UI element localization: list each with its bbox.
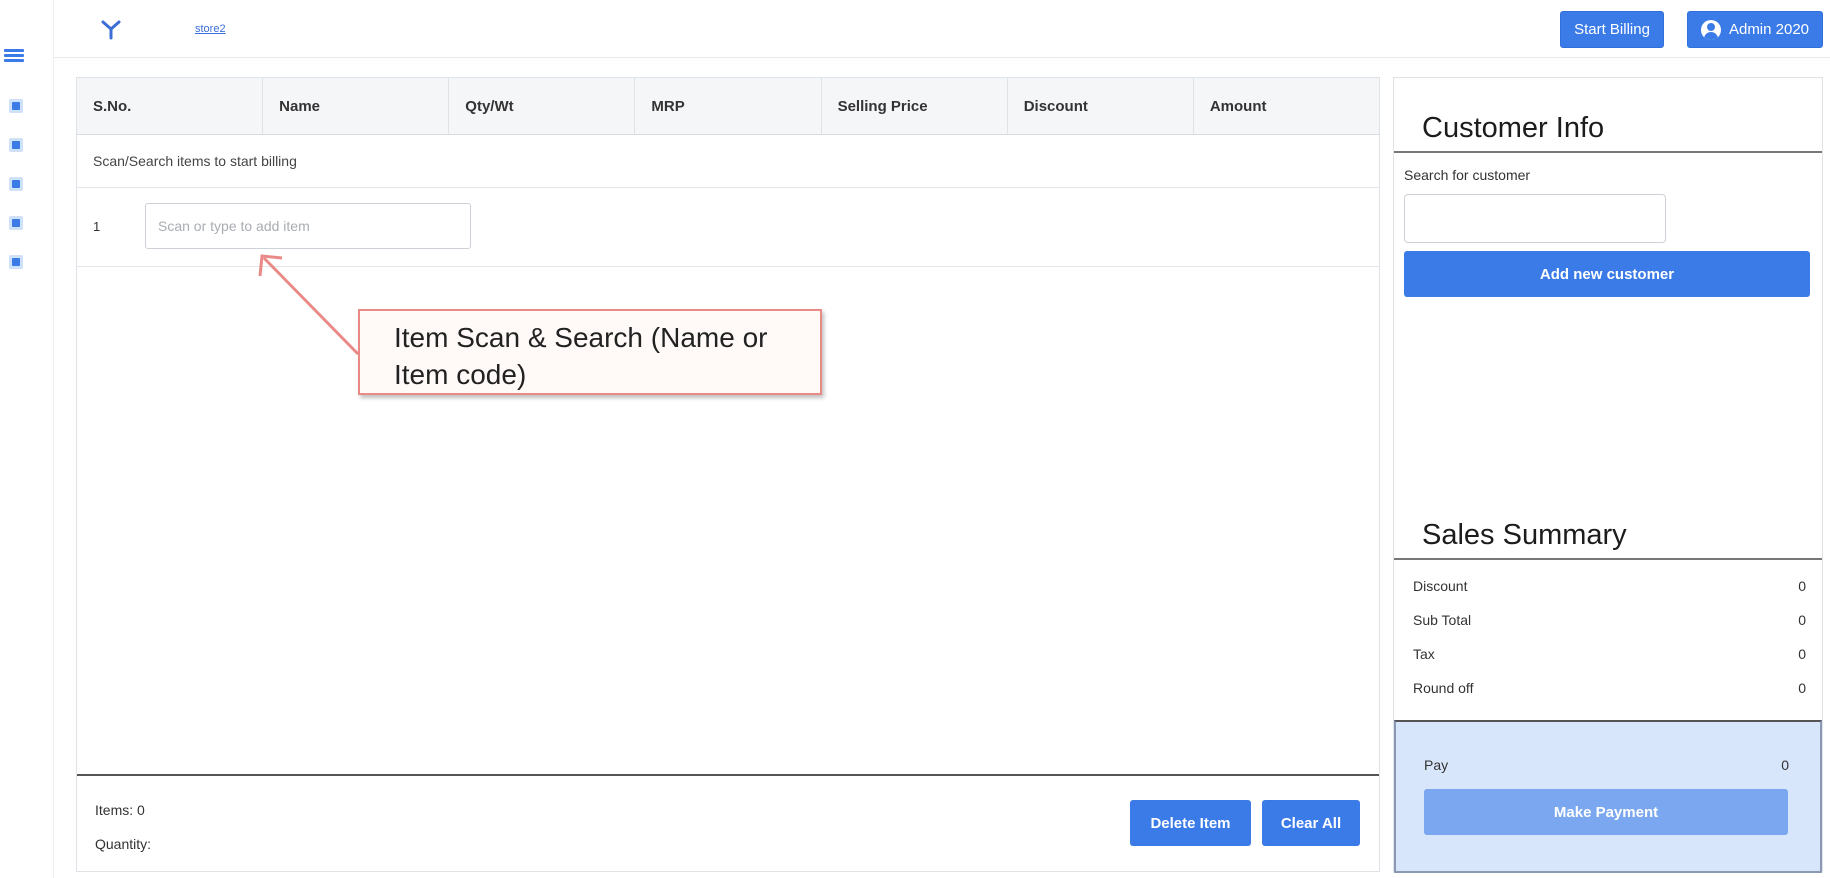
admin-menu-button[interactable]: Admin 2020	[1687, 11, 1823, 48]
logo-icon	[101, 20, 121, 40]
customer-info-title: Customer Info	[1422, 112, 1605, 144]
avatar-icon	[1700, 19, 1721, 40]
column-header: Discount	[1008, 78, 1194, 134]
billing-hint: Scan/Search items to start billing	[77, 135, 1379, 188]
pay-label: Pay	[1424, 757, 1449, 773]
summary-label: Discount	[1413, 578, 1468, 594]
quantity-total: Quantity:	[95, 836, 152, 852]
inventory-icon[interactable]	[7, 137, 25, 153]
callout-annotation: Item Scan & Search (Name or Item code)	[358, 309, 822, 395]
dashboard-icon[interactable]	[7, 98, 25, 114]
pay-box: Pay 0 Make Payment	[1394, 720, 1822, 873]
table-header: S.No. Name Qty/Wt MRP Selling Price Disc…	[77, 78, 1379, 135]
item-scan-input[interactable]	[145, 203, 471, 249]
summary-row: Tax 0	[1413, 646, 1806, 662]
clear-all-button[interactable]: Clear All	[1262, 800, 1360, 846]
column-header: Amount	[1209, 97, 1267, 115]
menu-icon[interactable]	[4, 47, 26, 64]
divider	[1394, 558, 1822, 560]
sales-summary-title: Sales Summary	[1422, 519, 1627, 551]
summary-row: Discount 0	[1413, 578, 1806, 594]
summary-label: Sub Total	[1413, 612, 1472, 628]
customer-summary-panel: Customer Info Search for customer Add ne…	[1393, 77, 1823, 873]
column-header: MRP	[635, 78, 822, 134]
items-count: Items: 0	[95, 802, 145, 818]
divider	[1394, 151, 1822, 153]
summary-label: Round off	[1413, 680, 1474, 696]
column-header: Qty/Wt	[449, 78, 636, 134]
store-icon[interactable]	[7, 176, 25, 192]
admin-label: Admin 2020	[1728, 21, 1810, 38]
side-rail	[0, 0, 54, 878]
billing-footer: Items: 0 Quantity: Delete Item Clear All	[77, 774, 1379, 873]
start-billing-button[interactable]: Start Billing	[1560, 11, 1664, 48]
column-header: Selling Price	[822, 78, 1008, 134]
summary-label: Tax	[1413, 646, 1435, 662]
column-header: Name	[263, 78, 450, 134]
pay-row: Pay 0	[1424, 757, 1789, 773]
make-payment-button[interactable]: Make Payment	[1424, 789, 1788, 835]
delete-item-button[interactable]: Delete Item	[1130, 800, 1251, 846]
billing-panel: S.No. Name Qty/Wt MRP Selling Price Disc…	[76, 77, 1380, 872]
summary-value: 0	[1798, 646, 1806, 662]
customer-search-label: Search for customer	[1404, 167, 1531, 183]
summary-value: 0	[1798, 680, 1806, 696]
store-link[interactable]: store2	[195, 23, 226, 35]
callout-arrow-icon	[258, 254, 360, 356]
groups-icon[interactable]	[7, 215, 25, 231]
summary-row: Round off 0	[1413, 680, 1806, 696]
summary-value: 0	[1798, 578, 1806, 594]
row-number: 1	[93, 219, 101, 234]
summary-value: 0	[1798, 612, 1806, 628]
summary-row: Sub Total 0	[1413, 612, 1806, 628]
column-header: S.No.	[77, 78, 264, 134]
pay-value: 0	[1781, 757, 1789, 773]
reports-icon[interactable]	[7, 254, 25, 270]
customer-search-input[interactable]	[1404, 194, 1666, 243]
add-new-customer-button[interactable]: Add new customer	[1404, 251, 1810, 297]
top-bar: store2 Start Billing Admin 2020	[54, 0, 1830, 58]
